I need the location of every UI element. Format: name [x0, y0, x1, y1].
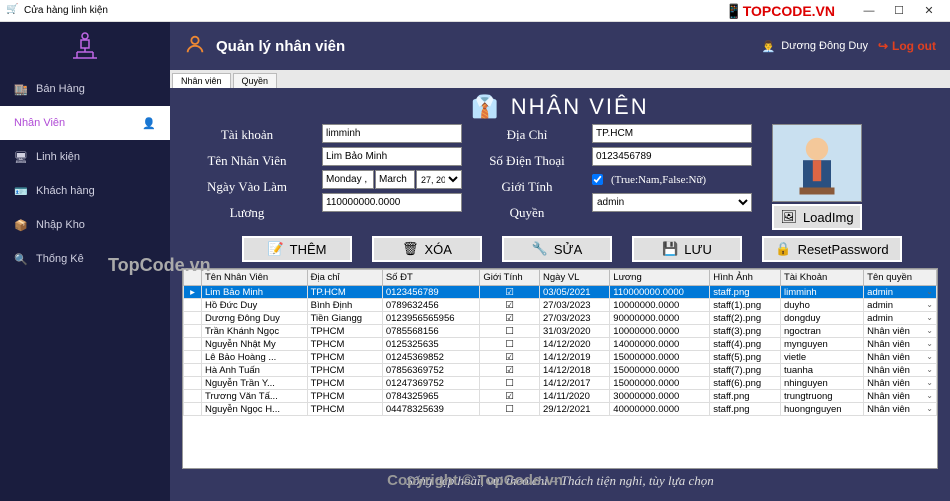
- luu-button[interactable]: 💾LƯU: [632, 236, 742, 262]
- table-row[interactable]: Nguyễn Nhật MyTPHCM0125325635☐14/12/2020…: [184, 338, 937, 351]
- table-row[interactable]: Nguyễn Ngọc H...TPHCM04478325639☐29/12/2…: [184, 403, 937, 416]
- close-button[interactable]: ✕: [914, 4, 944, 17]
- select-quyen[interactable]: admin: [592, 193, 752, 212]
- input-date-month[interactable]: [375, 170, 415, 189]
- logout-icon: ↪: [878, 39, 888, 53]
- nav-thongke[interactable]: 🔍Thống Kê: [0, 242, 170, 276]
- maximize-button[interactable]: ☐: [884, 4, 914, 17]
- footer-text: Sống đẹp hoài, vui theo chỉ – Thách tiện…: [182, 469, 938, 497]
- label-ten: Tên Nhân Viên: [182, 150, 312, 172]
- current-user: 👨‍💼 Dương Đông Duy: [762, 40, 868, 53]
- table-row[interactable]: Trương Văn Tấ...TPHCM0784325965☑14/11/20…: [184, 390, 937, 403]
- user-icon: [184, 33, 206, 60]
- save-icon: 💾: [662, 241, 678, 257]
- sua-button[interactable]: 🔧SỬA: [502, 236, 612, 262]
- checkbox-gioitinh[interactable]: [592, 174, 603, 185]
- sidebar: 🏬Bán Hàng Nhân Viên👤 🖥Linh kiện 🪪Khách h…: [0, 22, 170, 501]
- nav-nhapkho[interactable]: 📦Nhập Kho: [0, 208, 170, 242]
- image-icon: 🖼: [780, 209, 797, 225]
- column-header[interactable]: Địa chỉ: [307, 270, 382, 286]
- panel-title: 👔 NHÂN VIÊN: [182, 94, 938, 120]
- minimize-button[interactable]: —: [854, 5, 884, 17]
- input-date-day[interactable]: [322, 170, 374, 189]
- delete-icon: 🗑: [402, 241, 419, 257]
- search-icon: 🔍: [14, 252, 28, 266]
- column-header[interactable]: Số ĐT: [382, 270, 480, 286]
- them-button[interactable]: 📝THÊM: [242, 236, 352, 262]
- table-row[interactable]: ▸Lim Bảo MinhTP.HCM0123456789☑03/05/2021…: [184, 286, 937, 299]
- card-icon: 🪪: [14, 184, 28, 198]
- nav-nhanvien[interactable]: Nhân Viên👤: [0, 106, 170, 140]
- table-row[interactable]: Trần Khánh NgọcTPHCM0785568156☐31/03/202…: [184, 325, 937, 338]
- input-diachi[interactable]: [592, 124, 752, 143]
- label-luong: Lương: [182, 202, 312, 224]
- column-header[interactable]: Giới Tính: [480, 270, 540, 286]
- window-title: Cửa hàng linh kiện: [24, 5, 108, 16]
- data-grid[interactable]: Tên Nhân ViênĐịa chỉSố ĐTGiới TínhNgày V…: [182, 268, 938, 469]
- column-header[interactable]: Tên Nhân Viên: [202, 270, 308, 286]
- input-date-year[interactable]: 27, 202: [416, 170, 462, 189]
- nav-banhang[interactable]: 🏬Bán Hàng: [0, 72, 170, 106]
- app-icon: 🛒: [6, 4, 20, 18]
- logout-button[interactable]: ↪ Log out: [878, 39, 936, 53]
- tab-nhanvien[interactable]: Nhân viên: [172, 73, 231, 88]
- column-header[interactable]: Lương: [610, 270, 710, 286]
- tab-bar: Nhân viên Quyền: [170, 70, 950, 88]
- label-sdt: Số Điện Thoại: [472, 150, 582, 172]
- label-diachi: Địa Chỉ: [472, 124, 582, 146]
- edit-icon: 🔧: [532, 241, 548, 257]
- staff-icon: 👔: [471, 94, 500, 120]
- xoa-button[interactable]: 🗑XÓA: [372, 236, 482, 262]
- reset-password-button[interactable]: 🔒ResetPassword: [762, 236, 902, 262]
- table-row[interactable]: Dương Đông DuyTiền Giangg0123956565956☑2…: [184, 312, 937, 325]
- lock-icon: 🔒: [775, 241, 791, 257]
- label-gioitinh: Giới Tính: [472, 176, 582, 198]
- user-avatar-icon: 👨‍💼: [762, 40, 776, 53]
- page-title: Quản lý nhân viên: [216, 38, 345, 55]
- table-row[interactable]: Lê Bảo Hoàng ...TPHCM01245369852☑14/12/2…: [184, 351, 937, 364]
- monitor-icon: 🖥: [14, 150, 28, 164]
- label-ngay: Ngày Vào Làm: [182, 176, 312, 198]
- input-sdt[interactable]: [592, 147, 752, 166]
- warehouse-icon: 📦: [14, 218, 28, 232]
- label-quyen: Quyền: [472, 202, 582, 224]
- loadimg-button[interactable]: 🖼 LoadImg: [772, 204, 861, 230]
- nav-khachhang[interactable]: 🪪Khách hàng: [0, 174, 170, 208]
- column-header[interactable]: [184, 270, 202, 286]
- avatar-image: [772, 124, 862, 202]
- tab-quyen[interactable]: Quyền: [233, 73, 278, 88]
- add-icon: 📝: [267, 241, 283, 257]
- input-luong[interactable]: [322, 193, 462, 212]
- table-row[interactable]: Hà Anh TuấnTPHCM07856369752☑14/12/201815…: [184, 364, 937, 377]
- column-header[interactable]: Hình Ảnh: [710, 270, 781, 286]
- nav-linhkien[interactable]: 🖥Linh kiện: [0, 140, 170, 174]
- input-taikhoan[interactable]: [322, 124, 462, 143]
- label-truefalse: (True:Nam,False:Nữ): [611, 174, 706, 186]
- store-icon: 🏬: [14, 82, 28, 96]
- column-header[interactable]: Tài Khoản: [780, 270, 863, 286]
- window-titlebar: 🛒 Cửa hàng linh kiện — ☐ ✕: [0, 0, 950, 22]
- column-header[interactable]: Ngày VL: [540, 270, 610, 286]
- label-taikhoan: Tài khoản: [182, 124, 312, 146]
- table-row[interactable]: Nguyễn Trần Y...TPHCM01247369752☐14/12/2…: [184, 377, 937, 390]
- person-icon: 👤: [142, 116, 156, 130]
- input-ten[interactable]: [322, 147, 462, 166]
- table-row[interactable]: Hồ Đức DuyBình Định0789632456☑27/03/2023…: [184, 299, 937, 312]
- page-header: Quản lý nhân viên 👨‍💼 Dương Đông Duy ↪ L…: [170, 22, 950, 70]
- column-header[interactable]: Tên quyền: [864, 270, 937, 286]
- app-logo: [0, 22, 170, 72]
